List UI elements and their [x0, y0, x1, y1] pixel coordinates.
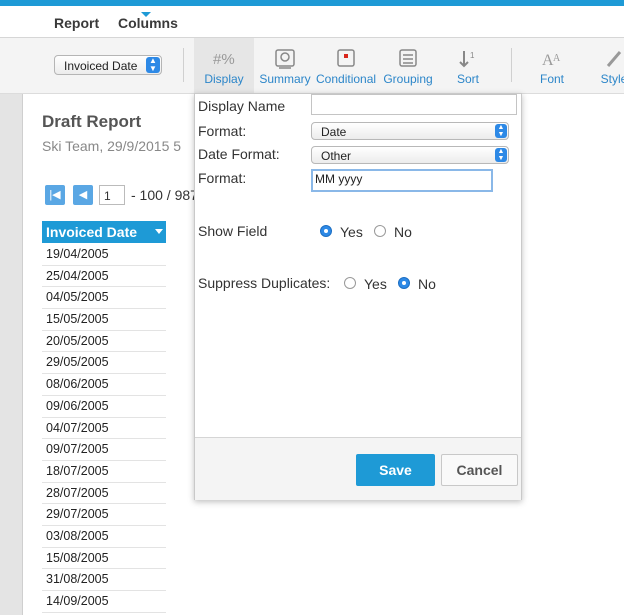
- show-field-yes-label: Yes: [340, 224, 363, 240]
- display-button-label: Display: [204, 72, 244, 86]
- suppress-yes-radio[interactable]: [344, 277, 356, 289]
- dialog-footer: Save Cancel: [195, 437, 521, 500]
- table-row[interactable]: 08/06/2005: [42, 374, 166, 396]
- grouping-icon: [399, 49, 417, 67]
- column-select-value: Invoiced Date: [64, 59, 138, 73]
- page-number-input[interactable]: 1: [99, 185, 125, 205]
- top-tab-bar: Report Columns: [0, 6, 624, 38]
- grouping-button[interactable]: Grouping: [380, 38, 436, 93]
- select-arrows-icon: ▲ ▼: [495, 124, 507, 138]
- column-header-invoiced-date[interactable]: Invoiced Date: [42, 221, 166, 243]
- conditional-icon: [337, 49, 355, 67]
- table-row[interactable]: 15/05/2005: [42, 309, 166, 331]
- table-row[interactable]: 03/08/2005: [42, 526, 166, 548]
- suppress-no-label: No: [418, 276, 436, 292]
- format-label: Format:: [198, 123, 247, 139]
- summary-button[interactable]: Summary: [258, 38, 312, 93]
- font-button-label: Font: [539, 72, 564, 86]
- date-format-select-value: Other: [321, 149, 352, 163]
- toolbar-divider: [511, 48, 512, 82]
- table-row[interactable]: 29/07/2005: [42, 504, 166, 526]
- font-icon: A A: [542, 52, 561, 69]
- grouping-button-label: Grouping: [383, 72, 433, 86]
- report-rows: 19/04/2005 25/04/2005 04/05/2005 15/05/2005…: [42, 244, 166, 613]
- active-tab-indicator: [141, 12, 151, 17]
- tab-columns[interactable]: Columns: [118, 15, 178, 31]
- style-button-label: Style: [600, 72, 624, 86]
- table-row[interactable]: 29/05/2005: [42, 352, 166, 375]
- style-button[interactable]: Style: [594, 38, 624, 93]
- column-select[interactable]: Invoiced Date ▲ ▼: [54, 55, 162, 75]
- suppress-no-radio[interactable]: [398, 277, 410, 289]
- table-row[interactable]: 04/05/2005: [42, 287, 166, 310]
- summary-button-label: Summary: [259, 72, 311, 86]
- tab-report[interactable]: Report: [54, 15, 99, 31]
- column-header-label: Invoiced Date: [46, 224, 138, 240]
- svg-text:A: A: [553, 53, 561, 64]
- cancel-button[interactable]: Cancel: [441, 454, 518, 486]
- table-row[interactable]: 15/08/2005: [42, 548, 166, 570]
- show-field-yes-radio[interactable]: [320, 225, 332, 237]
- show-field-no-label: No: [394, 224, 412, 240]
- show-field-label: Show Field: [198, 223, 268, 239]
- table-row[interactable]: 19/04/2005: [42, 244, 166, 266]
- font-button[interactable]: A A Font: [530, 38, 574, 93]
- conditional-button-label: Conditional: [316, 72, 377, 86]
- column-display-dialog: Display Name Format: Date ▲ ▼ Date Format…: [194, 93, 522, 500]
- custom-format-label: Format:: [198, 170, 247, 186]
- svg-text:1: 1: [470, 51, 475, 60]
- conditional-button[interactable]: Conditional: [316, 38, 376, 93]
- display-name-input[interactable]: [311, 94, 517, 115]
- suppress-yes-label: Yes: [364, 276, 387, 292]
- format-select-value: Date: [321, 125, 347, 139]
- report-subtitle: Ski Team, 29/9/2015 5: [42, 138, 182, 154]
- column-menu-arrow-icon[interactable]: [155, 229, 163, 234]
- first-page-icon[interactable]: |◀: [45, 185, 65, 205]
- table-row[interactable]: 04/07/2005: [42, 418, 166, 440]
- svg-text:#%: #%: [213, 51, 235, 68]
- table-row[interactable]: 28/07/2005: [42, 483, 166, 505]
- select-arrows-icon: ▲ ▼: [495, 148, 507, 162]
- display-button[interactable]: #% Display: [194, 38, 254, 93]
- format-select[interactable]: Date ▲ ▼: [311, 122, 509, 140]
- style-brush-icon: [606, 51, 622, 67]
- suppress-duplicates-label: Suppress Duplicates:: [198, 275, 331, 291]
- display-format-icon: #%: [213, 51, 235, 68]
- toolbar-divider: [183, 48, 184, 82]
- summary-icon: [275, 49, 295, 69]
- save-button[interactable]: Save: [356, 454, 435, 486]
- table-row[interactable]: 18/07/2005: [42, 461, 166, 483]
- table-row[interactable]: 25/04/2005: [42, 266, 166, 288]
- table-row[interactable]: 20/05/2005: [42, 331, 166, 353]
- sort-button[interactable]: 1 Sort: [446, 38, 490, 93]
- table-row[interactable]: 09/06/2005: [42, 396, 166, 418]
- date-format-select[interactable]: Other ▲ ▼: [311, 146, 509, 164]
- select-arrows-icon: ▲ ▼: [146, 57, 160, 73]
- table-row[interactable]: 14/09/2005: [42, 591, 166, 613]
- table-row[interactable]: 09/07/2005: [42, 439, 166, 461]
- date-format-label: Date Format:: [198, 146, 280, 162]
- sort-icon: 1: [459, 51, 475, 68]
- page-range-text: - 100 / 987: [131, 187, 198, 203]
- table-row[interactable]: 31/08/2005: [42, 569, 166, 591]
- left-side-panel[interactable]: [0, 94, 23, 615]
- show-field-no-radio[interactable]: [374, 225, 386, 237]
- report-title: Draft Report: [42, 112, 142, 131]
- previous-page-icon[interactable]: ◀: [73, 185, 93, 205]
- sort-button-label: Sort: [456, 72, 479, 86]
- display-name-label: Display Name: [198, 98, 286, 114]
- column-toolbar: Invoiced Date ▲ ▼ #% Display Summary Cond…: [0, 38, 624, 94]
- custom-format-input[interactable]: MM yyyy: [311, 169, 493, 192]
